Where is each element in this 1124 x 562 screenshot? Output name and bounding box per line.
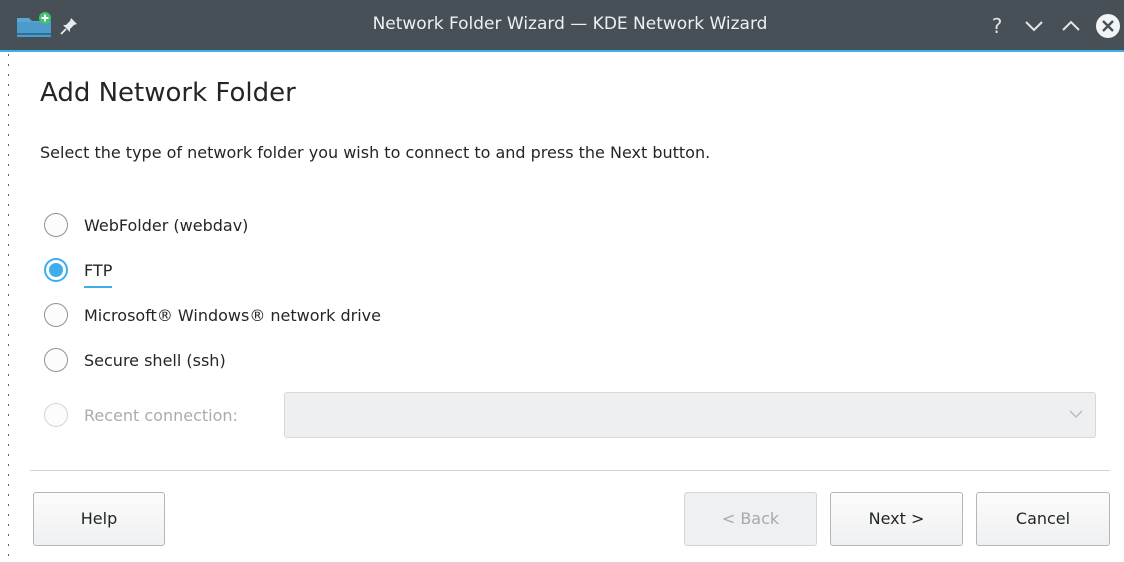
help-titlebar-button[interactable]: ? xyxy=(983,12,1011,40)
option-label: FTP xyxy=(84,261,113,288)
close-icon[interactable] xyxy=(1094,12,1122,40)
option-webdav[interactable]: WebFolder (webdav) xyxy=(44,210,248,240)
option-label: WebFolder (webdav) xyxy=(84,215,249,235)
option-label: Microsoft® Windows® network drive xyxy=(84,305,381,325)
radio-webdav[interactable] xyxy=(44,213,68,237)
titlebar-accent-line xyxy=(0,50,1124,52)
footer-separator xyxy=(30,470,1110,471)
option-label: Secure shell (ssh) xyxy=(84,350,226,370)
chevron-down-icon xyxy=(1069,410,1083,419)
help-button[interactable]: Help xyxy=(33,492,165,546)
window-title: Network Folder Wizard — KDE Network Wiza… xyxy=(372,14,768,34)
option-ftp[interactable]: FTP xyxy=(44,255,113,288)
option-windows-share[interactable]: Microsoft® Windows® network drive xyxy=(44,300,381,330)
focus-indicator xyxy=(84,285,113,288)
maximize-chevron-up-icon[interactable] xyxy=(1057,12,1085,40)
window-titlebar[interactable]: Network Folder Wizard — KDE Network Wiza… xyxy=(0,0,1124,52)
option-label: Recent connection: xyxy=(84,405,238,425)
radio-ssh[interactable] xyxy=(44,348,68,372)
option-recent-connection: Recent connection: xyxy=(44,400,238,430)
page-title: Add Network Folder xyxy=(40,78,296,108)
back-button: < Back xyxy=(684,492,817,546)
page-description: Select the type of network folder you wi… xyxy=(40,143,711,162)
option-ssh[interactable]: Secure shell (ssh) xyxy=(44,345,226,375)
window-left-border xyxy=(8,54,9,562)
radio-ftp[interactable] xyxy=(44,258,68,282)
recent-connection-combobox xyxy=(284,392,1096,438)
minimize-chevron-down-icon[interactable] xyxy=(1020,12,1048,40)
radio-recent-connection xyxy=(44,403,68,427)
next-button[interactable]: Next > xyxy=(830,492,963,546)
cancel-button[interactable]: Cancel xyxy=(976,492,1110,546)
radio-windows-share[interactable] xyxy=(44,303,68,327)
